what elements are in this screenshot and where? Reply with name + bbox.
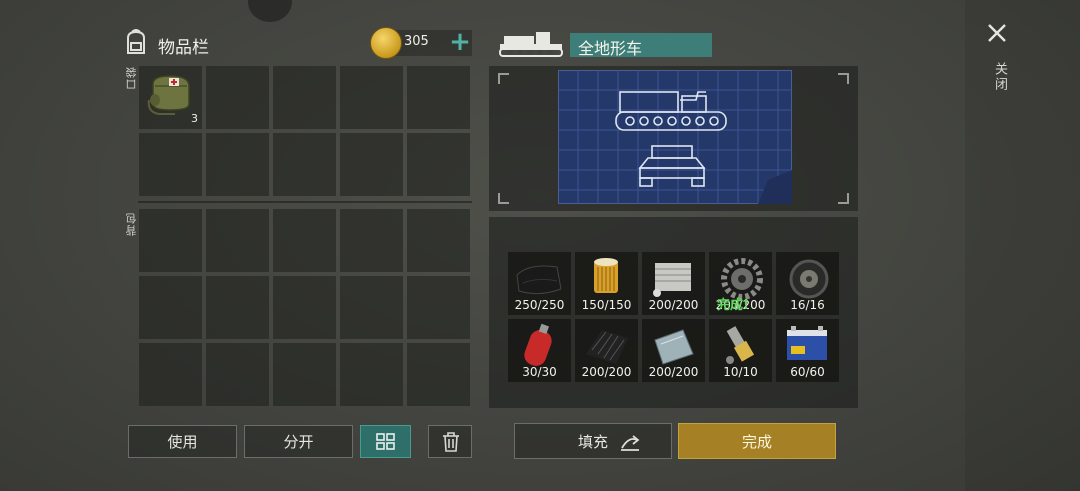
backpack-slot[interactable]: [340, 276, 403, 339]
grid-sort-icon: [376, 433, 395, 450]
pocket-slot[interactable]: [340, 66, 403, 129]
close-label[interactable]: 关闭: [990, 62, 1009, 92]
pocket-label: 口袋: [125, 66, 138, 90]
material-count: 200/200: [648, 298, 699, 312]
backpack-slot[interactable]: [206, 209, 269, 272]
grid-divider: [138, 201, 472, 203]
backpack-slot[interactable]: [206, 276, 269, 339]
inventory-header: 物品栏 305 +: [122, 27, 474, 60]
pocket-slot[interactable]: [340, 133, 403, 196]
material-slot[interactable]: 250/250: [508, 252, 571, 315]
pocket-item-medkit[interactable]: 3: [139, 66, 202, 129]
complete-overlay-text: 完成!: [717, 298, 749, 313]
pocket-slot[interactable]: [407, 133, 470, 196]
fill-button-label: 填充: [577, 433, 608, 451]
inventory-title: 物品栏: [158, 38, 209, 58]
backpack-slot[interactable]: [273, 343, 336, 406]
add-coins-button[interactable]: +: [448, 29, 472, 56]
medkit-bag-icon: [147, 75, 190, 115]
backpack-label: 背包: [125, 212, 138, 236]
pocket-slot[interactable]: [139, 133, 202, 196]
material-slot[interactable]: 10/10: [709, 319, 772, 382]
trash-icon: [443, 432, 459, 452]
material-count: 60/60: [790, 365, 825, 379]
gas-canister-icon: [524, 323, 552, 366]
backpack-slot[interactable]: [407, 343, 470, 406]
backpack-slot[interactable]: [407, 276, 470, 339]
material-slot[interactable]: 150/150: [575, 252, 638, 315]
coin-icon: [370, 27, 402, 59]
pocket-slot[interactable]: [273, 66, 336, 129]
engine-block-icon: [653, 263, 691, 297]
delete-button[interactable]: [428, 425, 472, 458]
air-filter-icon: [594, 258, 618, 293]
split-button[interactable]: 分开: [244, 425, 353, 458]
battery-icon: [787, 326, 827, 360]
backpack-slot[interactable]: [139, 343, 202, 406]
backpack-slot[interactable]: [139, 209, 202, 272]
coin-counter: 305 +: [370, 27, 472, 59]
backpack-slot[interactable]: [407, 209, 470, 272]
material-slot[interactable]: 200/200: [642, 319, 705, 382]
material-slot[interactable]: 30/30: [508, 319, 571, 382]
material-count: 200/200: [581, 365, 632, 379]
material-count: 250/250: [514, 298, 565, 312]
backpack-slot[interactable]: [139, 276, 202, 339]
material-slot[interactable]: 200/200 完成!: [709, 252, 772, 315]
pocket-slot[interactable]: [206, 133, 269, 196]
top-round-icon[interactable]: [248, 0, 292, 22]
fill-button[interactable]: 填充: [514, 423, 672, 459]
steel-sheet-icon: [654, 329, 694, 365]
pocket-slot[interactable]: [273, 133, 336, 196]
material-count: 200/200: [648, 365, 699, 379]
carbon-plate-icon: [586, 330, 628, 364]
done-button[interactable]: 完成: [678, 423, 836, 459]
close-icon[interactable]: [986, 22, 1008, 44]
material-count: 150/150: [581, 298, 632, 312]
material-slot[interactable]: 200/200: [642, 252, 705, 315]
sort-grid-button[interactable]: [360, 425, 411, 458]
backpack-icon: [127, 29, 145, 54]
tarp-icon: [516, 265, 562, 295]
item-count: 3: [191, 112, 198, 125]
blueprint-image: [558, 70, 792, 204]
material-count: 16/16: [790, 298, 825, 312]
tank-vehicle-icon: [499, 32, 563, 57]
use-button[interactable]: 使用: [128, 425, 237, 458]
right-side-shade: [965, 0, 1080, 491]
material-count: 30/30: [522, 365, 557, 379]
backpack-slot[interactable]: [273, 276, 336, 339]
material-count: 10/10: [723, 365, 758, 379]
material-slot[interactable]: 16/16: [776, 252, 839, 315]
material-slot[interactable]: 200/200: [575, 319, 638, 382]
wheel-icon: [789, 259, 829, 299]
backpack-slot[interactable]: [340, 209, 403, 272]
backpack-slot[interactable]: [340, 343, 403, 406]
vehicle-blueprint-drawing: [558, 70, 792, 204]
coin-amount: 305: [404, 34, 429, 49]
pocket-slot[interactable]: [407, 66, 470, 129]
vehicle-title: 全地形车: [578, 39, 643, 58]
fill-arrow-icon: [621, 435, 640, 451]
pocket-slot[interactable]: [206, 66, 269, 129]
backpack-slot[interactable]: [206, 343, 269, 406]
shock-absorber-icon: [726, 326, 755, 364]
backpack-slot[interactable]: [273, 209, 336, 272]
material-slot[interactable]: 60/60: [776, 319, 839, 382]
